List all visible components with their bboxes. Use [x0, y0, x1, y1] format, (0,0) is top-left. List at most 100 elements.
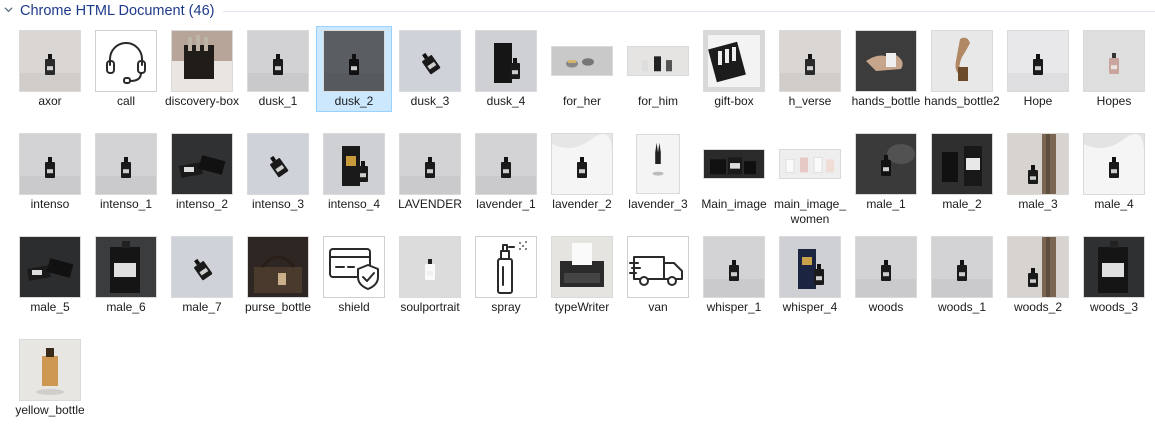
file-item[interactable]: discovery-box [164, 26, 240, 124]
image-thumbnail[interactable] [19, 30, 81, 92]
image-thumbnail[interactable] [779, 30, 841, 92]
image-thumbnail[interactable] [779, 149, 841, 179]
image-thumbnail[interactable] [931, 30, 993, 92]
file-item[interactable]: yellow_bottle [12, 335, 88, 433]
file-item[interactable]: gift-box [696, 26, 772, 124]
file-item[interactable]: dusk_2 [316, 26, 392, 124]
file-item[interactable]: male_4 [1076, 129, 1152, 227]
image-thumbnail[interactable] [1083, 133, 1145, 195]
file-item[interactable]: dusk_1 [240, 26, 316, 124]
image-thumbnail[interactable] [171, 133, 233, 195]
file-item[interactable]: woods_1 [924, 232, 1000, 330]
file-item[interactable]: male_1 [848, 129, 924, 227]
file-item[interactable]: lavender_1 [468, 129, 544, 227]
image-thumbnail[interactable] [855, 236, 917, 298]
file-name-label: male_1 [866, 197, 906, 211]
thumbnail-wrapper [240, 236, 316, 298]
file-item[interactable]: LAVENDER [392, 129, 468, 227]
image-thumbnail[interactable] [323, 30, 385, 92]
file-item[interactable]: lavender_2 [544, 129, 620, 227]
file-item[interactable]: soulportrait [392, 232, 468, 330]
headset-icon[interactable] [95, 30, 157, 92]
image-thumbnail[interactable] [475, 133, 537, 195]
file-item[interactable]: whisper_1 [696, 232, 772, 330]
image-thumbnail[interactable] [703, 149, 765, 179]
image-thumbnail[interactable] [1007, 133, 1069, 195]
image-thumbnail[interactable] [19, 339, 81, 401]
file-item[interactable]: for_him [620, 26, 696, 124]
van-icon[interactable] [627, 236, 689, 298]
image-thumbnail[interactable] [779, 236, 841, 298]
chevron-down-icon[interactable] [4, 5, 13, 14]
image-thumbnail[interactable] [171, 236, 233, 298]
image-thumbnail[interactable] [1007, 236, 1069, 298]
image-thumbnail[interactable] [19, 236, 81, 298]
image-thumbnail[interactable] [1083, 30, 1145, 92]
image-thumbnail[interactable] [247, 30, 309, 92]
group-header[interactable]: Chrome HTML Document (46) [0, 0, 1155, 22]
file-item[interactable]: hands_bottle2 [924, 26, 1000, 124]
image-thumbnail[interactable] [399, 30, 461, 92]
file-item[interactable]: main_image_women [772, 129, 848, 227]
file-name-label: lavender_3 [628, 197, 688, 211]
file-item[interactable]: male_6 [88, 232, 164, 330]
image-thumbnail[interactable] [627, 46, 689, 76]
image-thumbnail[interactable] [247, 133, 309, 195]
file-item[interactable]: intenso_3 [240, 129, 316, 227]
file-item[interactable]: intenso [12, 129, 88, 227]
file-item[interactable]: axor [12, 26, 88, 124]
file-item[interactable]: whisper_4 [772, 232, 848, 330]
file-item[interactable]: male_7 [164, 232, 240, 330]
file-item[interactable]: intenso_4 [316, 129, 392, 227]
file-item[interactable]: van [620, 232, 696, 330]
image-thumbnail[interactable] [171, 30, 233, 92]
image-thumbnail[interactable] [399, 133, 461, 195]
file-item[interactable]: dusk_3 [392, 26, 468, 124]
spray-icon[interactable] [475, 236, 537, 298]
image-thumbnail[interactable] [931, 236, 993, 298]
image-thumbnail[interactable] [19, 133, 81, 195]
file-item[interactable]: purse_bottle [240, 232, 316, 330]
file-item[interactable]: Main_image [696, 129, 772, 227]
file-item[interactable]: dusk_4 [468, 26, 544, 124]
file-item[interactable]: for_her [544, 26, 620, 124]
file-item[interactable]: intenso_2 [164, 129, 240, 227]
image-thumbnail[interactable] [703, 236, 765, 298]
file-item[interactable]: lavender_3 [620, 129, 696, 227]
file-item[interactable]: shield [316, 232, 392, 330]
file-item[interactable]: intenso_1 [88, 129, 164, 227]
file-name-label: whisper_4 [782, 300, 838, 314]
file-name-label: soulportrait [400, 300, 460, 314]
image-thumbnail[interactable] [475, 30, 537, 92]
file-item[interactable]: h_verse [772, 26, 848, 124]
file-item[interactable]: call [88, 26, 164, 124]
image-thumbnail[interactable] [855, 133, 917, 195]
file-item[interactable]: Hopes [1076, 26, 1152, 124]
file-item[interactable]: hands_bottle [848, 26, 924, 124]
image-thumbnail[interactable] [399, 236, 461, 298]
image-thumbnail[interactable] [247, 236, 309, 298]
file-item[interactable]: typeWriter [544, 232, 620, 330]
file-item[interactable]: woods_2 [1000, 232, 1076, 330]
image-thumbnail[interactable] [703, 30, 765, 92]
card-shield-icon[interactable] [323, 236, 385, 298]
image-thumbnail[interactable] [323, 133, 385, 195]
file-item[interactable]: male_3 [1000, 129, 1076, 227]
file-item[interactable]: male_5 [12, 232, 88, 330]
image-thumbnail[interactable] [95, 236, 157, 298]
image-thumbnail[interactable] [931, 133, 993, 195]
image-thumbnail[interactable] [95, 133, 157, 195]
image-thumbnail[interactable] [551, 46, 613, 76]
image-thumbnail[interactable] [551, 133, 613, 195]
file-item[interactable]: woods [848, 232, 924, 330]
file-item[interactable]: woods_3 [1076, 232, 1152, 330]
image-thumbnail[interactable] [1007, 30, 1069, 92]
thumbnail-wrapper [240, 133, 316, 195]
image-thumbnail[interactable] [1083, 236, 1145, 298]
file-item[interactable]: male_2 [924, 129, 1000, 227]
image-thumbnail[interactable] [551, 236, 613, 298]
image-thumbnail[interactable] [855, 30, 917, 92]
file-item[interactable]: Hope [1000, 26, 1076, 124]
image-thumbnail[interactable] [636, 134, 680, 194]
file-item[interactable]: spray [468, 232, 544, 330]
